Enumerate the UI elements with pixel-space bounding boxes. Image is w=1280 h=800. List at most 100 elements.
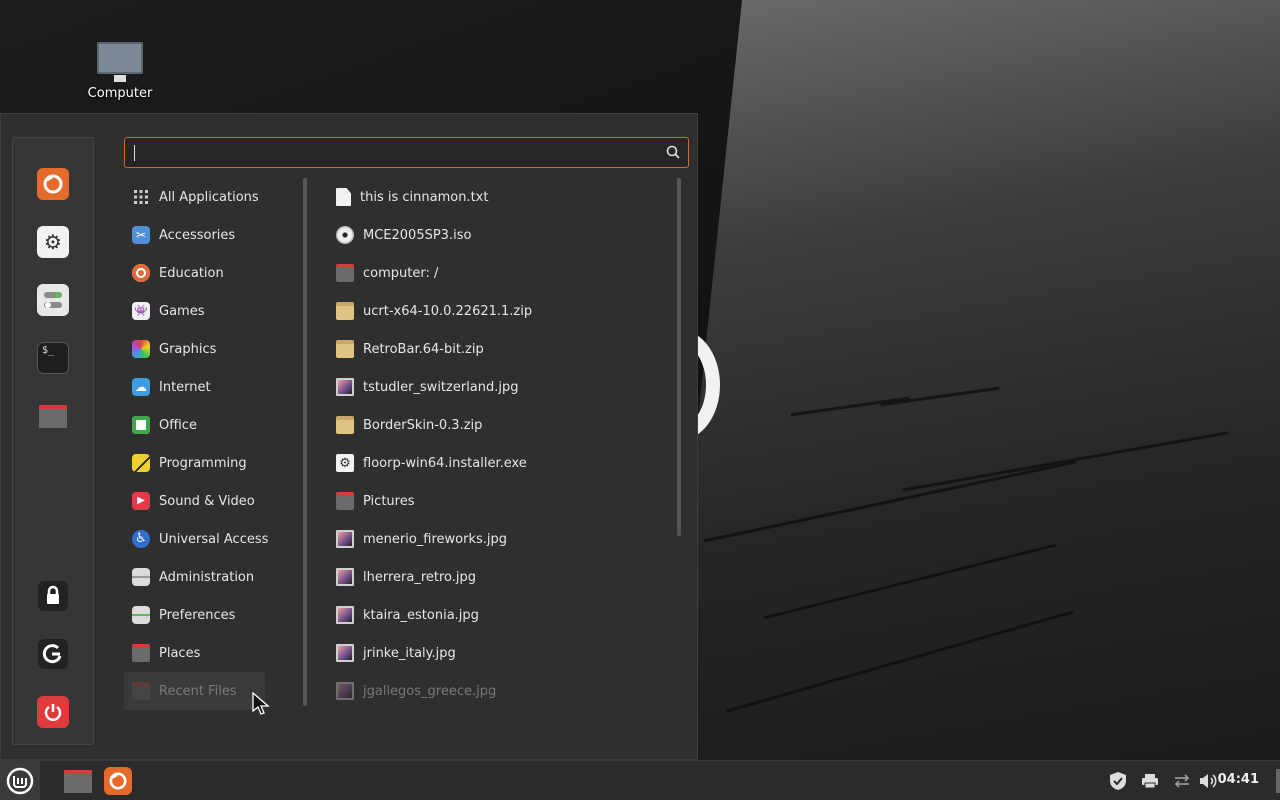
file-item[interactable]: this is cinnamon.txt (328, 178, 668, 216)
text-file-icon (336, 188, 351, 206)
file-item[interactable]: menerio_fireworks.jpg (328, 520, 668, 558)
file-item[interactable]: ⚙ floorp-win64.installer.exe (328, 444, 668, 482)
category-label: Preferences (159, 607, 236, 623)
menu-sidebar: ⚙ $_ (12, 137, 94, 745)
file-item[interactable]: lherrera_retro.jpg (328, 558, 668, 596)
category-places[interactable]: Places (124, 634, 294, 672)
category-list: All Applications ✂ Accessories Education… (124, 178, 294, 710)
file-label: menerio_fireworks.jpg (363, 531, 508, 547)
category-label: Recent Files (159, 683, 237, 699)
file-item[interactable]: tstudler_switzerland.jpg (328, 368, 668, 406)
desktop-icon-computer[interactable]: Computer (80, 40, 160, 101)
image-icon (336, 682, 354, 700)
category-label: Programming (159, 455, 247, 471)
file-item[interactable]: ktaira_estonia.jpg (328, 596, 668, 634)
file-label: ktaira_estonia.jpg (363, 607, 479, 623)
category-label: Sound & Video (159, 493, 255, 509)
firefox-icon (43, 174, 63, 194)
category-recent-files[interactable]: Recent Files (124, 672, 265, 710)
disc-icon (336, 226, 354, 244)
file-label: floorp-win64.installer.exe (363, 455, 527, 471)
text-caret (134, 145, 135, 161)
search-box[interactable] (124, 137, 689, 168)
shield-icon[interactable] (1108, 771, 1128, 791)
network-icon[interactable] (1172, 771, 1192, 791)
taskbar: 04:41 (0, 760, 1280, 800)
favorite-terminal[interactable]: $_ (37, 342, 69, 374)
category-graphics[interactable]: Graphics (124, 330, 294, 368)
firefox-icon (109, 772, 127, 790)
category-sound-video[interactable]: ▶ Sound & Video (124, 482, 294, 520)
file-item[interactable]: MCE2005SP3.iso (328, 216, 668, 254)
recent-icon (132, 682, 150, 700)
favorite-files[interactable] (37, 400, 69, 432)
category-label: All Applications (159, 189, 259, 205)
category-scrollbar[interactable] (303, 178, 307, 706)
education-icon (132, 264, 150, 282)
category-accessories[interactable]: ✂ Accessories (124, 216, 294, 254)
image-icon (336, 530, 354, 548)
folder-icon (39, 405, 67, 428)
category-preferences[interactable]: Preferences (124, 596, 294, 634)
file-label: BorderSkin-0.3.zip (363, 417, 483, 433)
shutdown-button[interactable] (37, 696, 69, 728)
file-item[interactable]: BorderSkin-0.3.zip (328, 406, 668, 444)
logout-button[interactable] (37, 638, 69, 670)
accessibility-icon: ♿ (132, 530, 150, 548)
category-all-applications[interactable]: All Applications (124, 178, 294, 216)
search-icon (666, 145, 680, 159)
category-education[interactable]: Education (124, 254, 294, 292)
archive-icon (336, 302, 354, 320)
volume-icon[interactable] (1198, 771, 1218, 791)
category-games[interactable]: 👾 Games (124, 292, 294, 330)
mint-logo-icon (6, 767, 34, 795)
logout-icon (38, 639, 68, 669)
file-item[interactable]: ucrt-x64-10.0.22621.1.zip (328, 292, 668, 330)
executable-icon: ⚙ (336, 454, 354, 472)
image-icon (336, 644, 354, 662)
gear-icon: ⚙ (44, 230, 62, 254)
programming-icon (132, 454, 150, 472)
folder-icon (64, 770, 92, 793)
category-label: Games (159, 303, 205, 319)
archive-icon (336, 340, 354, 358)
files-scrollbar[interactable] (677, 178, 681, 536)
category-internet[interactable]: ☁ Internet (124, 368, 294, 406)
file-item[interactable]: Pictures (328, 482, 668, 520)
category-label: Internet (159, 379, 211, 395)
category-office[interactable]: Office (124, 406, 294, 444)
application-menu: ⚙ $_ All Applications ✂ Accessories Educ… (0, 113, 698, 760)
folder-icon (132, 644, 150, 662)
file-label: ucrt-x64-10.0.22621.1.zip (363, 303, 533, 319)
category-label: Administration (159, 569, 255, 585)
printer-icon[interactable] (1140, 771, 1160, 791)
image-icon (336, 606, 354, 624)
favorite-configuration[interactable] (37, 284, 69, 316)
taskbar-launcher-files[interactable] (62, 765, 94, 797)
file-item[interactable]: jrinke_italy.jpg (328, 634, 668, 672)
cloud-icon: ☁ (132, 378, 150, 396)
show-desktop-handle[interactable] (1276, 769, 1280, 793)
search-input[interactable] (139, 143, 659, 163)
lock-screen-button[interactable] (37, 580, 69, 612)
scissors-icon: ✂ (132, 226, 150, 244)
palette-icon (132, 340, 150, 358)
terminal-icon: $_ (42, 345, 55, 356)
category-administration[interactable]: Administration (124, 558, 294, 596)
taskbar-launcher-firefox[interactable] (104, 767, 132, 795)
file-label: MCE2005SP3.iso (363, 227, 472, 243)
menu-button[interactable] (0, 761, 40, 800)
category-label: Accessories (159, 227, 236, 243)
lock-icon (38, 581, 68, 611)
category-programming[interactable]: Programming (124, 444, 294, 482)
grid-icon (134, 190, 148, 204)
file-item[interactable]: RetroBar.64-bit.zip (328, 330, 668, 368)
file-item[interactable]: computer: / (328, 254, 668, 292)
favorite-system-settings[interactable]: ⚙ (37, 226, 69, 258)
category-universal-access[interactable]: ♿ Universal Access (124, 520, 294, 558)
file-item[interactable]: jgallegos_greece.jpg (328, 672, 668, 710)
image-icon (336, 568, 354, 586)
favorite-firefox[interactable] (37, 168, 69, 200)
clock[interactable]: 04:41 (1218, 772, 1259, 787)
folder-icon (336, 492, 354, 510)
